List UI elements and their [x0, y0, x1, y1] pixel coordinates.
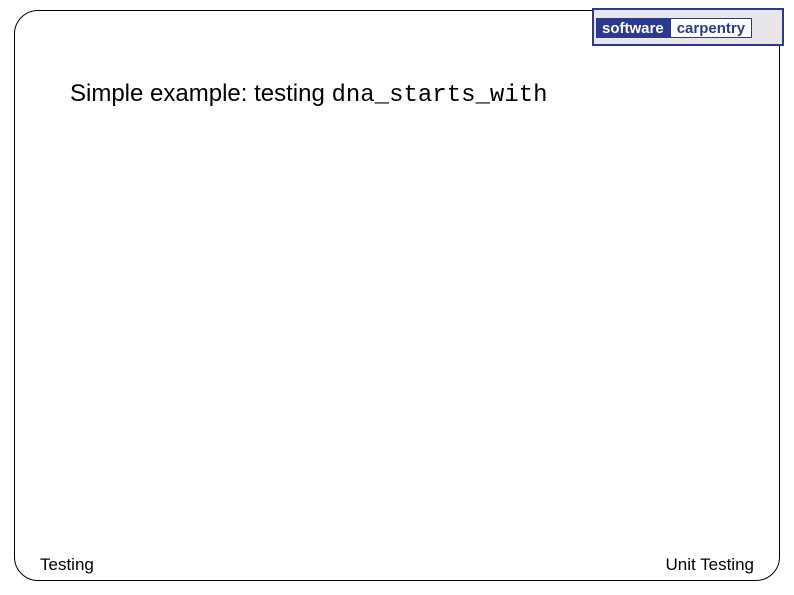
- logo-word-right: carpentry: [670, 18, 752, 38]
- footer-left: Testing: [40, 555, 94, 575]
- logo: software carpentry: [592, 8, 784, 46]
- footer-right: Unit Testing: [665, 555, 754, 575]
- logo-main: software carpentry: [596, 18, 780, 38]
- slide-title: Simple example: testing dna_starts_with: [70, 80, 548, 109]
- logo-bottom-strip: [598, 37, 778, 43]
- logo-box: software carpentry: [592, 8, 784, 46]
- title-prefix: Simple example: testing: [70, 80, 331, 107]
- logo-word-left: software: [596, 18, 670, 38]
- title-code: dna_starts_with: [331, 82, 547, 109]
